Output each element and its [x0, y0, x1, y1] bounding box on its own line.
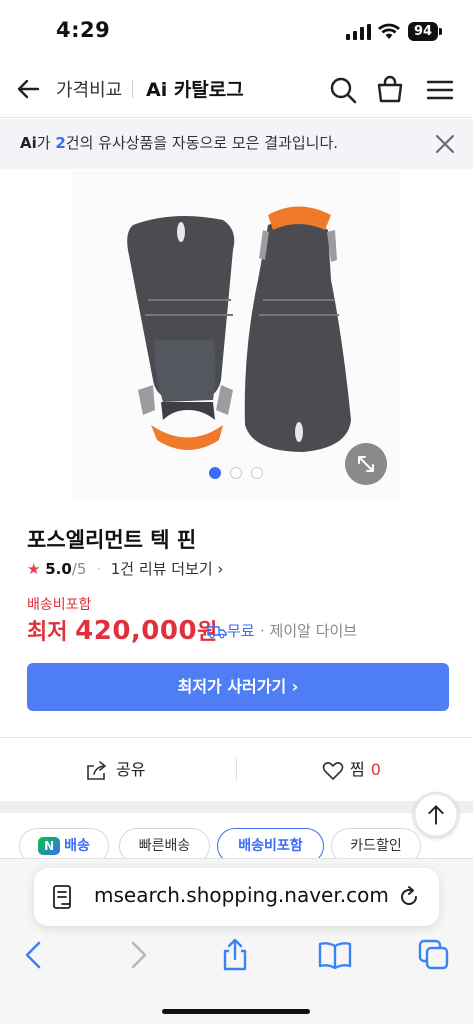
seller-name[interactable]: · 제이알 다이브 — [260, 620, 357, 641]
header-subtitle: Ai 카탈로그 — [146, 79, 244, 101]
action-divider — [236, 758, 237, 780]
like-button[interactable]: 찜0 — [322, 756, 381, 784]
shipping-included-label: 배송비포함 — [27, 597, 92, 613]
header-divider — [132, 80, 133, 98]
section-separator — [0, 801, 473, 813]
product-title: 포스엘리먼트 텍 핀 — [27, 528, 197, 552]
signal-icon — [346, 24, 371, 40]
ai-banner-text: Ai가 2건의 유사상품을 자동으로 모은 결과입니다. — [20, 134, 339, 152]
url-bar[interactable]: msearch.shopping.naver.com — [34, 868, 439, 926]
status-time: 4:29 — [56, 18, 111, 42]
ai-count: 2 — [55, 134, 66, 152]
rating-max: /5 — [71, 560, 87, 578]
cart-icon[interactable] — [374, 74, 406, 106]
expand-icon[interactable] — [345, 443, 387, 485]
search-icon[interactable] — [327, 74, 359, 106]
pagination-dot-3[interactable] — [251, 467, 263, 479]
back-arrow-icon[interactable] — [14, 74, 44, 104]
header: 가격비교 Ai 카탈로그 — [0, 62, 473, 118]
truck-icon — [207, 625, 227, 638]
url-text[interactable]: msearch.shopping.naver.com — [94, 883, 389, 907]
menu-icon[interactable] — [424, 74, 456, 106]
pagination-dot-1[interactable] — [209, 467, 221, 479]
rating-value: 5.0 — [45, 560, 72, 578]
close-icon[interactable] — [432, 131, 458, 157]
heart-icon — [322, 761, 344, 780]
ai-logo: Ai — [20, 134, 37, 152]
star-icon: ★ — [27, 560, 41, 578]
share-up-icon[interactable] — [217, 937, 253, 973]
wifi-icon — [378, 23, 400, 39]
free-shipping: 무료 — [207, 620, 255, 641]
share-button[interactable]: 공유 — [86, 756, 145, 784]
reload-icon[interactable] — [396, 884, 422, 910]
price-row: 최저 420,000원 — [27, 614, 217, 646]
share-icon — [87, 760, 106, 780]
divider — [0, 737, 473, 738]
like-count: 0 — [370, 760, 381, 779]
buy-lowest-price-button[interactable]: 최저가 사러가기 › — [27, 663, 449, 711]
tabs-icon[interactable] — [416, 937, 452, 973]
rating-row: ★ 5.0/5 · 1건 리뷰 더보기 › — [27, 558, 223, 579]
chevron-left-icon[interactable] — [17, 937, 53, 973]
price-label: 최저 — [27, 620, 76, 645]
home-indicator — [162, 1009, 310, 1014]
rating-separator: · — [96, 560, 101, 578]
book-icon[interactable] — [317, 937, 353, 973]
review-link[interactable]: 1건 리뷰 더보기 › — [111, 560, 224, 578]
battery-indicator: 94 — [408, 22, 438, 41]
status-bar: 4:29 94 — [0, 0, 473, 62]
page-icon[interactable] — [52, 884, 74, 910]
naver-badge-icon: N — [38, 837, 61, 855]
pagination-dot-2[interactable] — [230, 467, 242, 479]
price-value: 420,000 — [75, 616, 198, 646]
arrow-up-icon[interactable] — [413, 792, 459, 838]
chevron-right-icon[interactable] — [119, 937, 155, 973]
battery-tip — [439, 28, 442, 35]
header-title[interactable]: 가격비교 — [56, 76, 122, 102]
ai-catalog-banner: Ai가 2건의 유사상품을 자동으로 모은 결과입니다. — [0, 119, 473, 169]
